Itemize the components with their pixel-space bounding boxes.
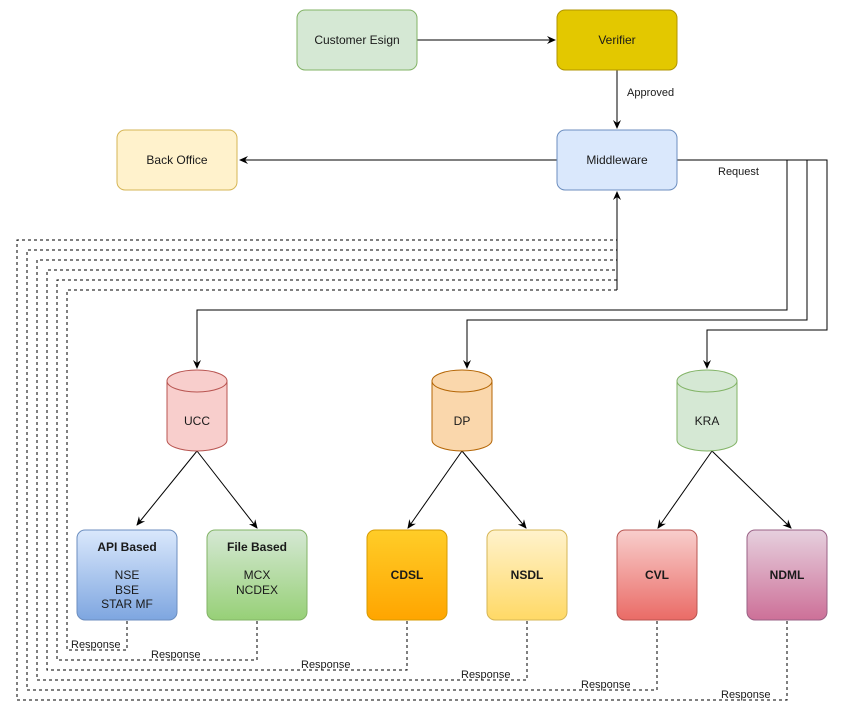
- edge-ucc-to-file: [196, 450, 258, 529]
- node-file-based-title: File Based: [227, 540, 287, 554]
- node-cvl-label: CVL: [645, 568, 669, 582]
- edge-kra-to-cvl: [657, 450, 713, 529]
- node-back-office[interactable]: Back Office: [116, 129, 238, 191]
- response-label-cdsl: Response: [301, 659, 351, 671]
- node-back-office-label: Back Office: [146, 153, 207, 167]
- request-line-ucc: [193, 159, 788, 369]
- node-api-based-line: BSE: [115, 583, 139, 597]
- node-file-based[interactable]: File Based MCX NCDEX: [206, 529, 308, 621]
- cylinder-ucc-body: [167, 370, 227, 451]
- response-label-nsdl: Response: [461, 669, 511, 681]
- response-label-file: Response: [151, 649, 201, 661]
- node-api-based-line: STAR MF: [101, 597, 153, 611]
- response-line-ndml: [16, 239, 788, 701]
- node-middleware[interactable]: Middleware: [556, 129, 678, 191]
- node-file-based-line: NCDEX: [236, 583, 278, 597]
- request-line-dp: [463, 159, 808, 369]
- node-api-based-title: API Based: [97, 540, 156, 554]
- node-dp[interactable]: DP: [431, 369, 493, 452]
- edge-dp-to-nsdl: [461, 450, 527, 529]
- node-ndml[interactable]: NDML: [746, 529, 828, 621]
- edge-ucc-to-api: [136, 450, 198, 526]
- node-api-based-line: NSE: [115, 568, 140, 582]
- node-middleware-label: Middleware: [586, 153, 648, 167]
- node-ndml-label: NDML: [770, 568, 805, 582]
- node-verifier[interactable]: Verifier: [556, 9, 678, 71]
- node-nsdl[interactable]: NSDL: [486, 529, 568, 621]
- node-customer-esign[interactable]: Customer Esign: [296, 9, 418, 71]
- node-cvl[interactable]: CVL: [616, 529, 698, 621]
- node-cdsl-label: CDSL: [391, 568, 424, 582]
- node-nsdl-label: NSDL: [511, 568, 544, 582]
- node-kra-label: KRA: [695, 414, 720, 428]
- request-label: Request: [718, 166, 759, 178]
- node-ucc[interactable]: UCC: [166, 369, 228, 452]
- response-lines: [16, 239, 788, 701]
- node-api-based[interactable]: API Based NSE BSE STAR MF: [76, 529, 178, 621]
- cylinder-kra-body: [677, 370, 737, 451]
- cylinder-dp-body: [432, 370, 492, 451]
- edge-dp-to-cdsl: [407, 450, 463, 529]
- response-label-cvl: Response: [581, 679, 631, 691]
- node-ucc-label: UCC: [184, 414, 210, 428]
- node-verifier-label: Verifier: [598, 33, 635, 47]
- response-label-api: Response: [71, 639, 121, 651]
- node-kra[interactable]: KRA: [676, 369, 738, 452]
- response-label-ndml: Response: [721, 689, 771, 701]
- approved-label: Approved: [627, 87, 674, 99]
- node-customer-esign-label: Customer Esign: [314, 33, 399, 47]
- node-cdsl[interactable]: CDSL: [366, 529, 448, 621]
- response-line-cvl: [26, 249, 658, 691]
- node-file-based-line: MCX: [244, 568, 271, 582]
- edge-kra-to-ndml: [711, 450, 792, 529]
- request-line-kra: [677, 159, 828, 369]
- node-dp-label: DP: [454, 414, 471, 428]
- flow-diagram: Approved Request Response Response Respo…: [16, 9, 828, 701]
